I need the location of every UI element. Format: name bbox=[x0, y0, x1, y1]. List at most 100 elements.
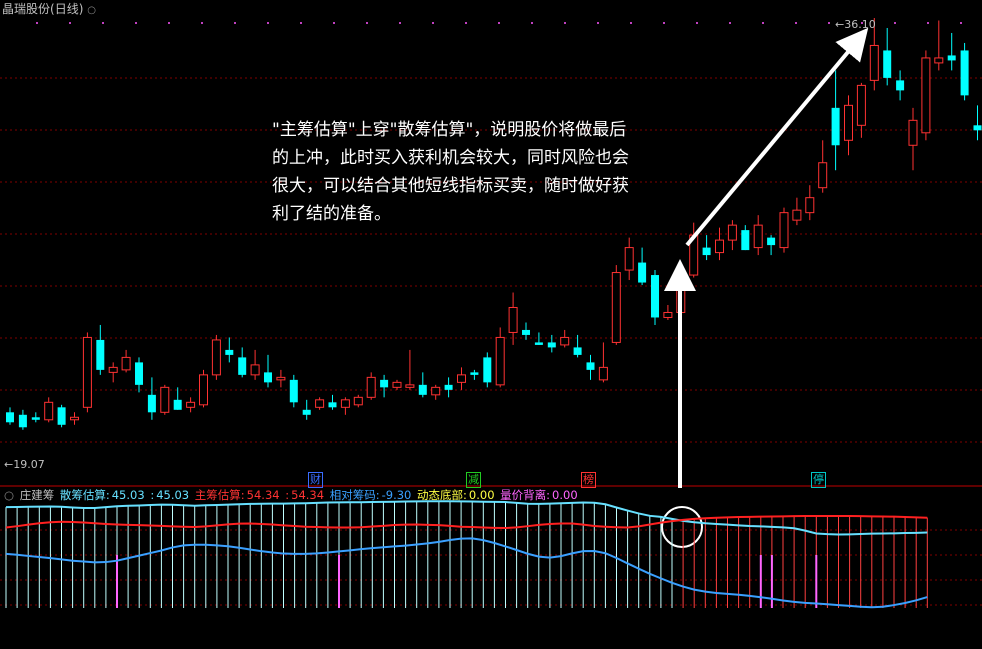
candle-body bbox=[340, 399, 350, 408]
candle-body bbox=[702, 247, 711, 256]
grid-dot bbox=[696, 22, 698, 24]
candle-body bbox=[805, 197, 815, 214]
grid-dot bbox=[465, 22, 467, 24]
grid-dot bbox=[399, 22, 401, 24]
main-label: 主筹估算: bbox=[194, 488, 245, 502]
main-sep: : bbox=[285, 488, 290, 502]
low-price-label: ←19.07 bbox=[4, 458, 45, 471]
candle-body bbox=[715, 239, 724, 254]
grid-dot bbox=[762, 22, 764, 24]
candle-body bbox=[818, 162, 828, 189]
candle-body bbox=[31, 417, 40, 420]
candle-body bbox=[741, 230, 750, 251]
stock-name: 晶瑞股份 bbox=[2, 2, 51, 16]
candle-body bbox=[444, 384, 453, 390]
candle-body bbox=[663, 311, 673, 318]
event-marker-reduce[interactable]: 减 bbox=[466, 472, 481, 488]
candle-body bbox=[921, 57, 931, 134]
indicator-icon[interactable]: ○ bbox=[4, 488, 14, 502]
dynamic-bottom-label: 动态底部: bbox=[417, 488, 467, 502]
candle-body bbox=[289, 379, 298, 403]
annotation-text: "主筹估算"上穿"散筹估算"，说明股价将做最后的上冲，此时买入获利机会较大，同时… bbox=[272, 120, 629, 224]
grid-dot bbox=[795, 22, 797, 24]
chart-title: 晶瑞股份(日线) ○ bbox=[2, 0, 96, 17]
candle-body bbox=[199, 374, 208, 406]
relative-label: 相对筹码: bbox=[329, 488, 380, 502]
relative-line bbox=[5, 537, 928, 609]
candle-body bbox=[522, 329, 530, 335]
settings-icon[interactable]: ○ bbox=[87, 5, 96, 16]
grid-dot bbox=[531, 22, 533, 24]
grid-dot bbox=[201, 22, 203, 24]
candle-body bbox=[856, 84, 866, 126]
candle-body bbox=[353, 396, 363, 406]
main-value-2: 54.34 bbox=[291, 488, 325, 502]
candle-body bbox=[250, 364, 260, 376]
candle-body bbox=[844, 104, 853, 141]
grid-dot bbox=[300, 22, 302, 24]
candle-body bbox=[483, 357, 492, 383]
high-price-label: ←36.10 bbox=[835, 18, 876, 31]
grid-dot bbox=[69, 22, 71, 24]
event-marker-finance[interactable]: 财 bbox=[308, 472, 323, 488]
candle-body bbox=[869, 44, 879, 81]
candle-body bbox=[225, 349, 234, 355]
grid-dot bbox=[234, 22, 236, 24]
candle-body bbox=[186, 401, 196, 408]
period-label: (日线) bbox=[50, 2, 84, 16]
relative-value: -9.30 bbox=[381, 488, 412, 502]
candle-body bbox=[6, 412, 14, 423]
grid-dot bbox=[102, 22, 104, 24]
grid-dot bbox=[927, 22, 929, 24]
candle-body bbox=[135, 362, 143, 385]
candle-body bbox=[470, 372, 479, 375]
candle-body bbox=[560, 336, 570, 346]
grid-dot bbox=[432, 22, 434, 24]
main-line bbox=[5, 514, 928, 530]
main-value: 54.34 bbox=[246, 488, 280, 502]
candle-body bbox=[611, 272, 621, 343]
divergence-label: 量价背离: bbox=[500, 488, 551, 502]
candle-body bbox=[495, 336, 505, 386]
candle-body bbox=[431, 386, 441, 396]
candle-body bbox=[908, 119, 918, 146]
candle-body bbox=[96, 339, 105, 370]
low-price-value: 19.07 bbox=[13, 458, 45, 471]
candle-body bbox=[173, 399, 182, 410]
candle-body bbox=[792, 209, 802, 221]
event-marker-halt[interactable]: 停 bbox=[811, 472, 826, 488]
candle-body bbox=[767, 237, 776, 246]
grid-dot bbox=[729, 22, 731, 24]
grid-dot bbox=[630, 22, 632, 24]
candle-body bbox=[547, 342, 556, 348]
candle-body bbox=[44, 401, 54, 421]
event-marker-list[interactable]: 榜 bbox=[581, 472, 596, 488]
grid-dot bbox=[828, 22, 830, 24]
candle-body bbox=[973, 125, 982, 131]
candle-body bbox=[883, 50, 892, 78]
candle-body bbox=[366, 376, 376, 398]
retail-value-2: 45.03 bbox=[156, 488, 190, 502]
grid-dot bbox=[498, 22, 500, 24]
retail-label: 散筹估算: bbox=[59, 488, 110, 502]
grid-dot bbox=[564, 22, 566, 24]
candle-body bbox=[70, 416, 79, 421]
candle-body bbox=[457, 374, 466, 383]
grid-dot bbox=[894, 22, 896, 24]
candle-body bbox=[947, 55, 956, 61]
crossover-circle bbox=[661, 506, 703, 548]
candle-body bbox=[82, 336, 92, 408]
candle-body bbox=[934, 57, 944, 64]
candle-body bbox=[302, 409, 311, 415]
candle-body bbox=[831, 107, 840, 146]
grid-dot bbox=[597, 22, 599, 24]
candle-body bbox=[960, 50, 969, 96]
candle-body bbox=[276, 376, 286, 381]
candle-body bbox=[57, 407, 66, 425]
high-price-value: 36.10 bbox=[844, 18, 876, 31]
candle-body bbox=[586, 362, 595, 370]
grid-dot bbox=[333, 22, 335, 24]
candle-body bbox=[624, 247, 634, 271]
retail-sep: : bbox=[150, 488, 155, 502]
candle-body bbox=[896, 80, 905, 91]
